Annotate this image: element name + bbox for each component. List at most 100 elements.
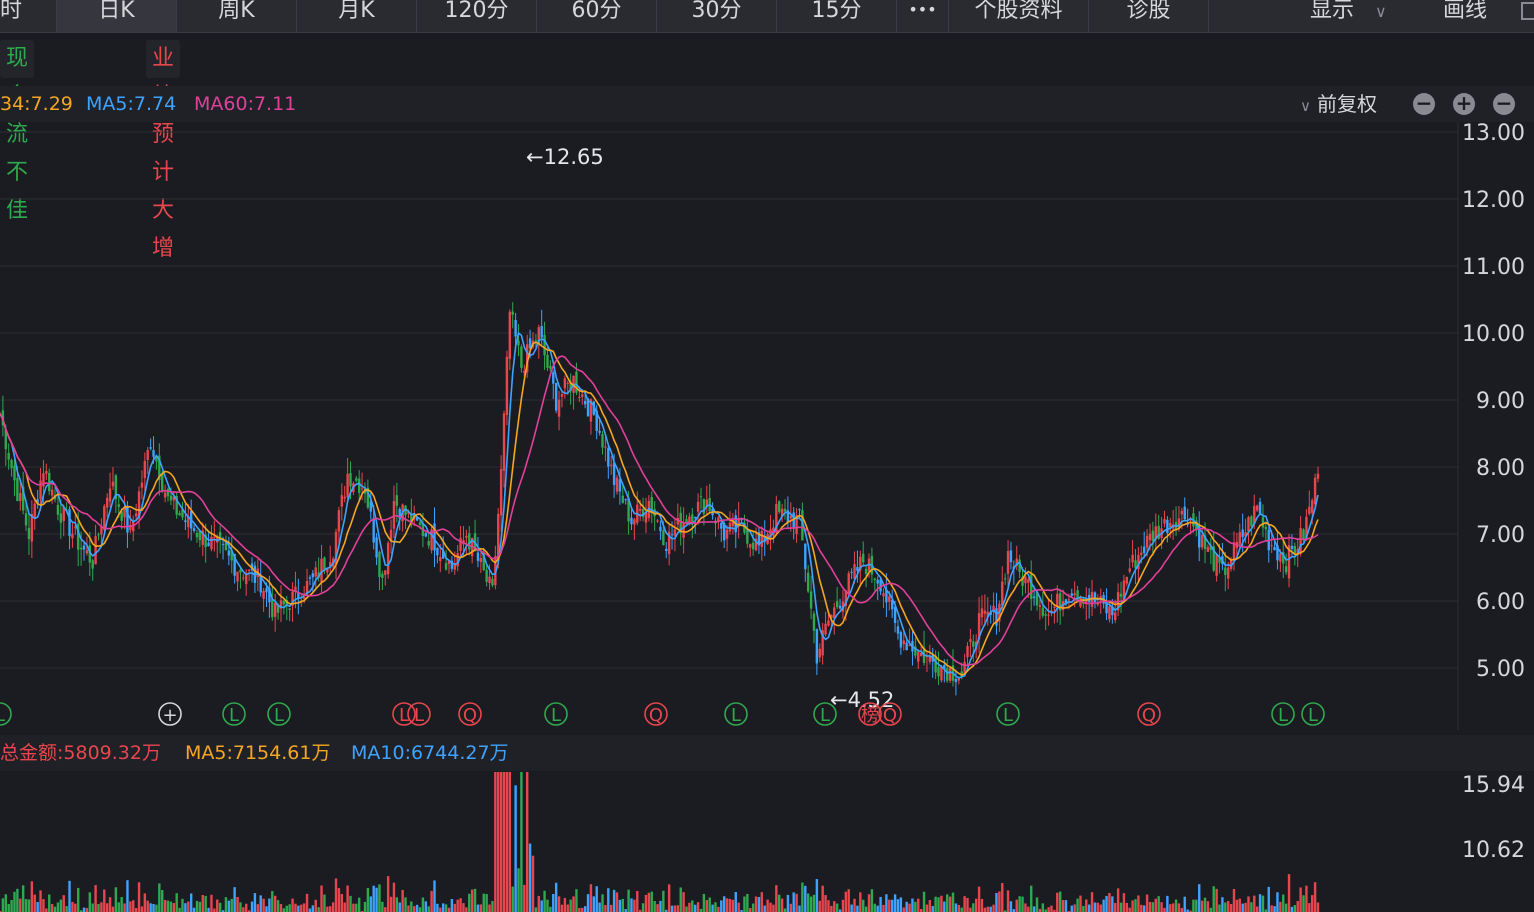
volume-bar [650, 891, 653, 912]
candle-body [1200, 535, 1204, 548]
candle-body [806, 572, 810, 592]
candle-body [1047, 614, 1050, 616]
event-marker[interactable]: L [222, 702, 246, 726]
volume-bar [273, 895, 277, 912]
candle-body [24, 513, 28, 526]
kline-chart[interactable]: 13.00 12.00 11.00 10.00 9.00 8.00 7.00 6.00 5.00… [0, 0, 1534, 912]
volume-bar [1206, 901, 1210, 912]
volume-bar [323, 894, 326, 912]
volume-bar [853, 898, 856, 912]
candle-body [1128, 568, 1131, 572]
volume-bar [1087, 904, 1091, 912]
event-marker[interactable]: L [544, 702, 568, 726]
candle-body [1032, 596, 1036, 599]
event-marker[interactable]: L [407, 702, 431, 726]
volume-bar [893, 894, 897, 912]
event-marker[interactable]: L [996, 702, 1020, 726]
event-marker[interactable]: 榜 [858, 702, 882, 726]
volume-bar [470, 889, 474, 912]
candle-body [1290, 545, 1294, 549]
volume-bar [899, 897, 903, 912]
candle-body [308, 577, 312, 579]
volume-bar [792, 892, 795, 912]
volume-bar [873, 903, 877, 912]
candle-body [488, 576, 491, 584]
event-marker[interactable]: L [724, 702, 748, 726]
event-marker-label: + [162, 705, 177, 726]
volume-bar [957, 905, 961, 912]
volume-bar [94, 885, 97, 912]
volume-bar [189, 893, 193, 912]
volume-bar [615, 892, 619, 912]
volume-bar [969, 907, 972, 912]
volume-bar [1030, 885, 1033, 912]
volume-bar [175, 893, 178, 912]
candle-body [1070, 593, 1073, 596]
volume-bar [114, 887, 118, 912]
volume-bar [1148, 901, 1152, 912]
event-marker[interactable]: Q [878, 702, 902, 726]
event-marker[interactable]: Q [644, 702, 668, 726]
volume-bar [491, 901, 494, 912]
volume-bar [1267, 886, 1270, 912]
volume-bar [983, 907, 987, 912]
y-tick-label: 5.00 [1476, 657, 1525, 682]
volume-bar [305, 893, 309, 912]
volume-bar [82, 907, 86, 912]
volume-bar [155, 904, 158, 912]
volume-bar [633, 899, 636, 912]
event-marker[interactable]: L [1271, 702, 1295, 726]
volume-bar [598, 902, 601, 912]
event-marker[interactable]: L [0, 702, 12, 726]
event-marker[interactable]: Q [1137, 702, 1161, 726]
candle-body [100, 526, 103, 535]
candle-body [56, 504, 60, 515]
volume-tick-label: 15.94 [1462, 773, 1525, 798]
volume-bar [386, 876, 390, 912]
event-marker[interactable]: L [267, 702, 291, 726]
volume-bar [922, 891, 926, 912]
candle-body [103, 506, 106, 530]
volume-bar [33, 894, 36, 912]
volume-bar [1090, 892, 1094, 912]
volume-bar [966, 897, 969, 912]
event-marker[interactable]: L [1301, 702, 1325, 726]
volume-bar [198, 901, 202, 912]
volume-bar [789, 903, 792, 912]
event-marker[interactable]: Q [458, 702, 482, 726]
candle-body [16, 478, 19, 502]
volume-bar [415, 904, 419, 912]
candle-body [560, 394, 564, 397]
candle-body [1108, 606, 1111, 620]
volume-bar [100, 902, 103, 912]
candle-body [207, 542, 210, 547]
volume-bar [505, 772, 509, 912]
candle-body [1027, 579, 1030, 583]
candle-body [514, 319, 517, 337]
candle-body [1044, 614, 1047, 616]
candle-body [10, 459, 13, 469]
candle-body [694, 516, 697, 519]
candle-body [804, 543, 807, 570]
volume-bar [557, 896, 561, 912]
volume-bar [276, 900, 280, 912]
candle-body [360, 488, 364, 490]
candle-body [520, 346, 523, 368]
candle-body [378, 551, 381, 577]
candle-body [82, 545, 86, 550]
event-marker[interactable]: + [158, 702, 182, 726]
volume-bar [1131, 900, 1134, 912]
volume-bar [245, 903, 248, 912]
volume-bar [259, 895, 262, 912]
candle-body [146, 450, 149, 461]
volume-bar [262, 898, 265, 912]
volume-bar [65, 906, 68, 912]
volume-bar [523, 884, 526, 912]
candle-body [662, 530, 665, 546]
volume-bar [166, 900, 170, 912]
volume-bar [123, 903, 126, 912]
volume-bar [1174, 899, 1178, 912]
volume-bar [19, 898, 22, 912]
event-marker[interactable]: L [813, 702, 837, 726]
candle-body [505, 356, 509, 415]
